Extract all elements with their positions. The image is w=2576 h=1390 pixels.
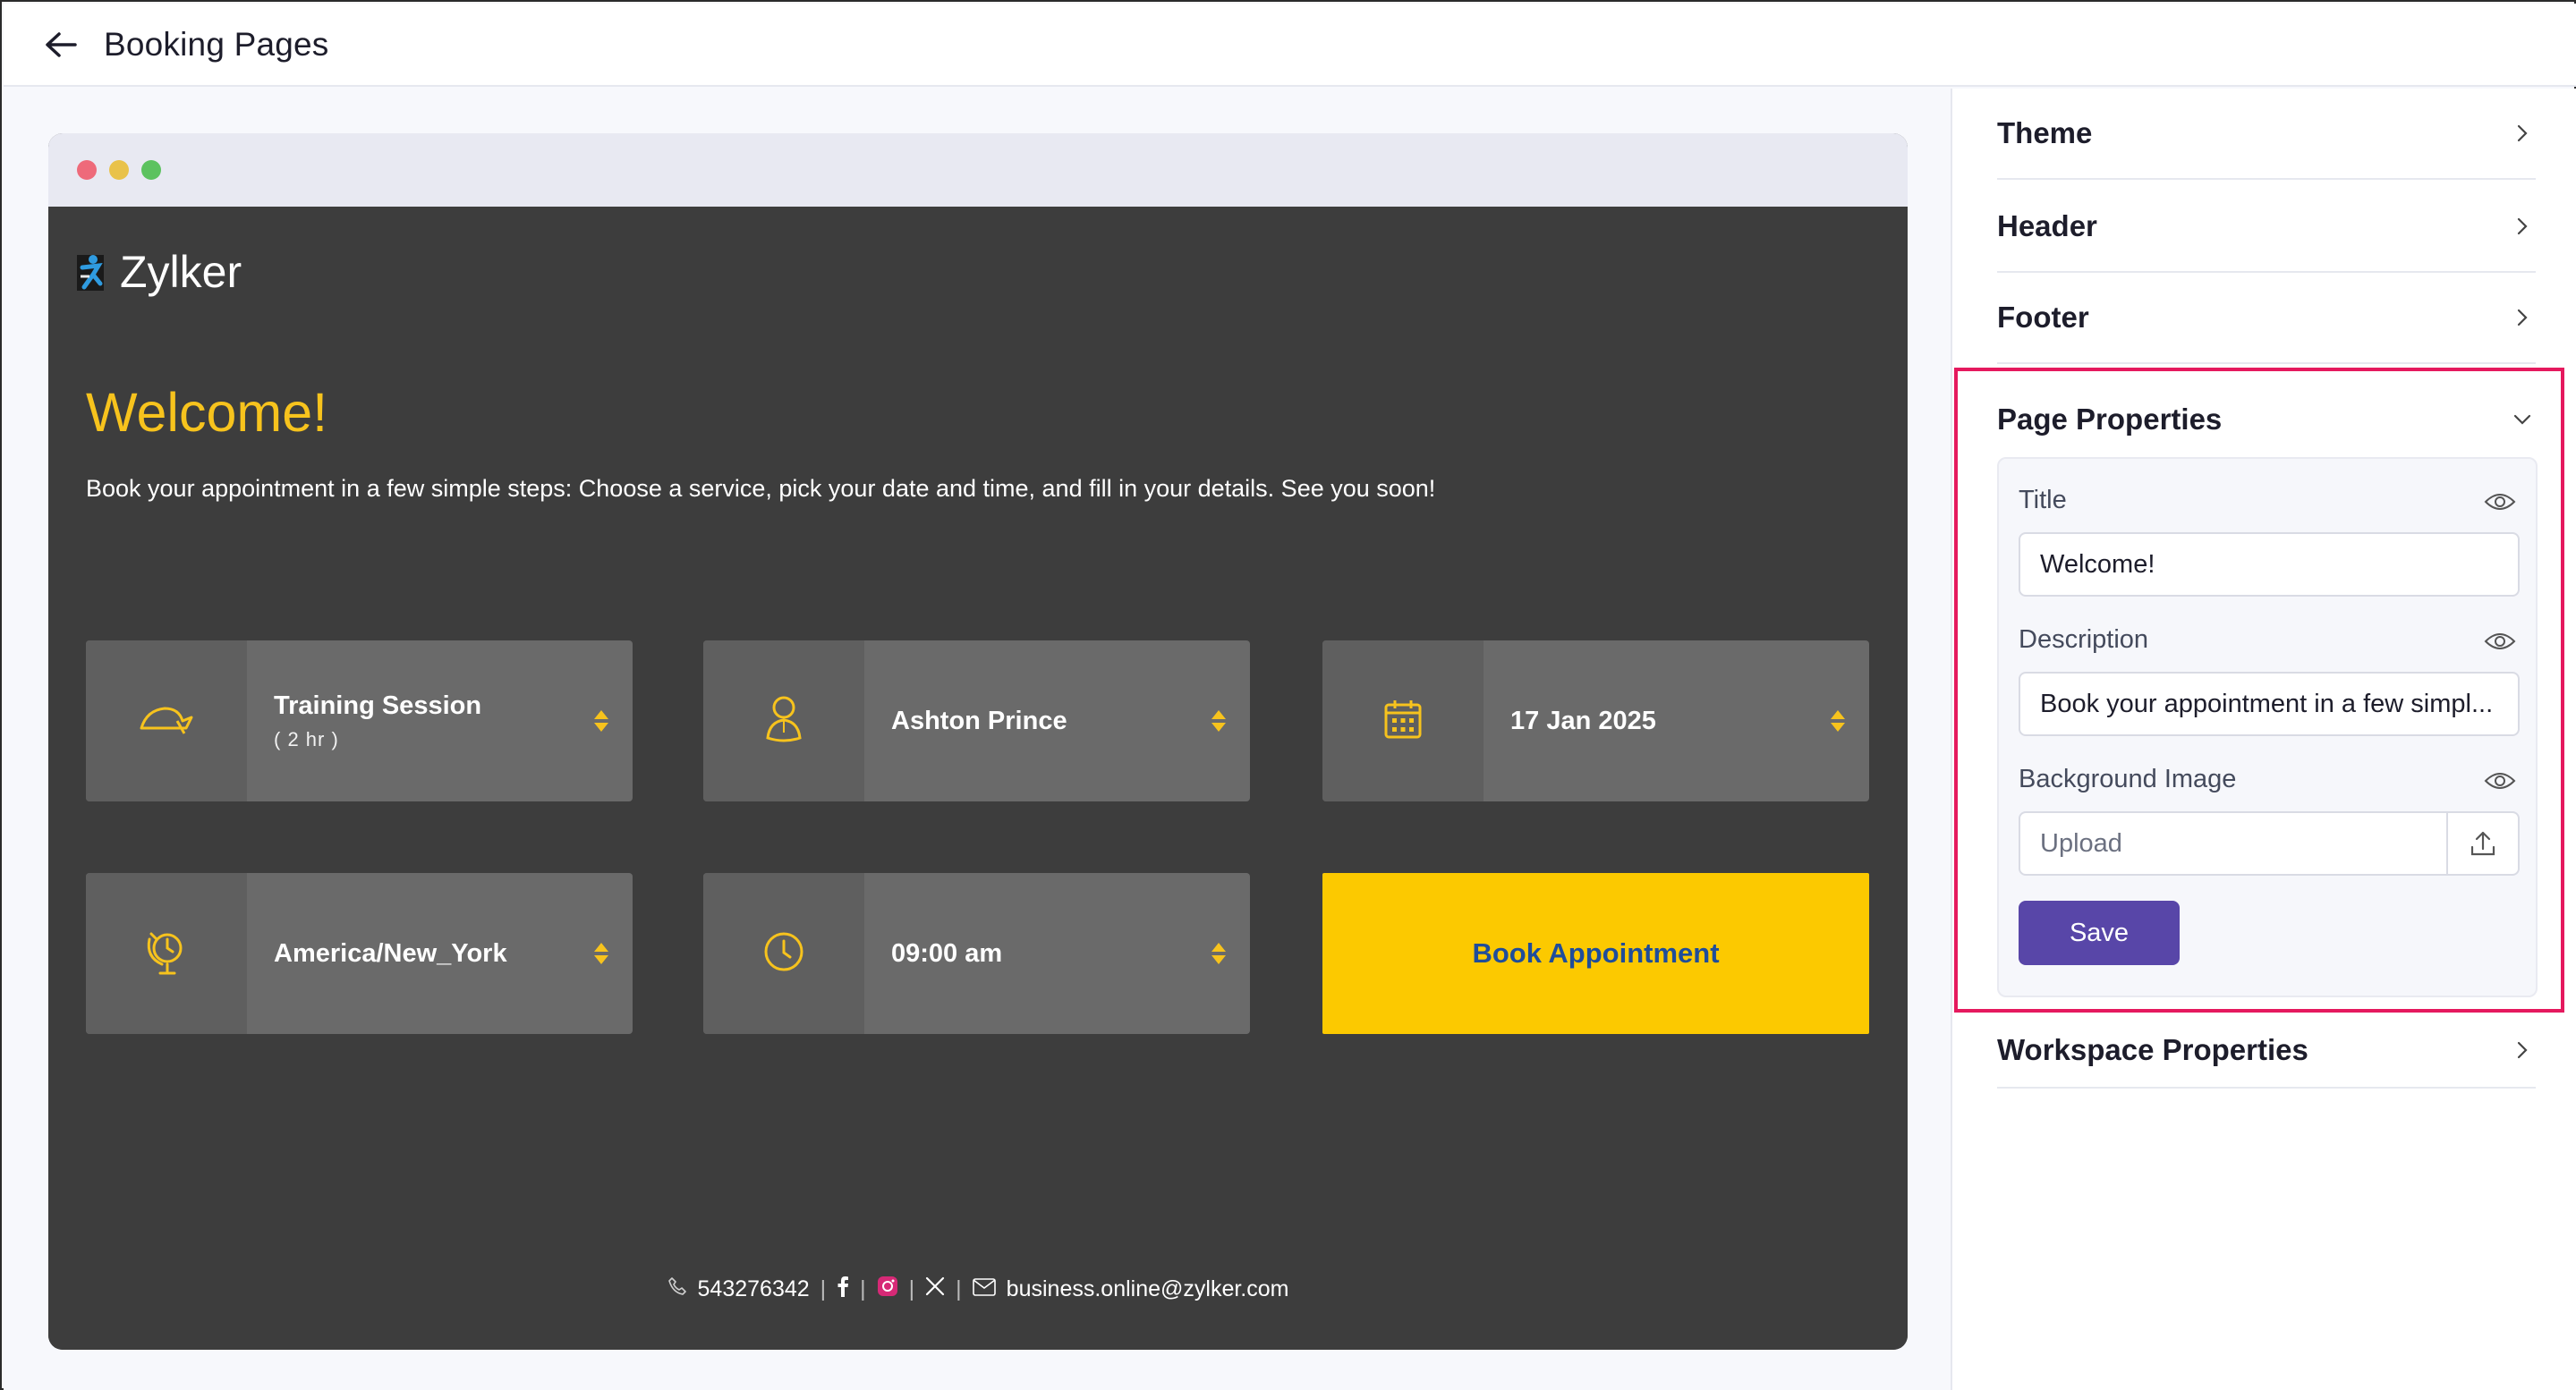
booking-site: Zylker Welcome! Book your appointment in…	[48, 207, 1908, 1350]
section-theme[interactable]: Theme	[1997, 89, 2536, 180]
sort-arrows-icon	[1187, 873, 1250, 1034]
maximize-dot-icon	[141, 160, 161, 180]
section-label: Theme	[1997, 116, 2093, 149]
date-text: 17 Jan 2025	[1484, 640, 1807, 801]
clock-icon	[762, 930, 805, 978]
footer-email[interactable]: business.online@zylker.com	[1007, 1276, 1289, 1302]
staff-text: Ashton Prince	[864, 640, 1187, 801]
brand-name: Zylker	[120, 247, 242, 297]
title-input[interactable]: Welcome!	[2019, 532, 2520, 597]
section-label: Header	[1997, 209, 2097, 242]
title-field-label: Title	[2019, 486, 2067, 514]
chevron-down-icon	[2509, 406, 2536, 433]
section-header[interactable]: Header	[1997, 182, 2536, 273]
footer-separator: |	[956, 1276, 962, 1301]
timezone-select[interactable]: America/New_York	[86, 873, 633, 1034]
preview-area: Zylker Welcome! Book your appointment in…	[4, 89, 1951, 1390]
description-input[interactable]: Book your appointment in a few simpl...	[2019, 672, 2520, 736]
welcome-title: Welcome!	[86, 382, 328, 443]
background-image-label: Background Image	[2019, 765, 2237, 793]
x-icon[interactable]	[925, 1276, 945, 1302]
date-select[interactable]: 17 Jan 2025	[1322, 640, 1869, 801]
section-workspace-properties[interactable]: Workspace Properties	[1997, 1013, 2536, 1089]
calendar-icon	[1383, 699, 1423, 744]
facebook-icon[interactable]	[837, 1276, 849, 1303]
instagram-icon[interactable]	[877, 1276, 898, 1303]
back-arrow-icon[interactable]	[45, 27, 81, 63]
sort-arrows-icon	[1807, 640, 1869, 801]
staff-label: Ashton Prince	[891, 706, 1067, 735]
section-label: Page Properties	[1997, 403, 2223, 436]
browser-preview: Zylker Welcome! Book your appointment in…	[48, 133, 1908, 1350]
service-duration: ( 2 hr )	[274, 727, 339, 750]
page-properties-form: Title Welcome! Description Book your app…	[1997, 457, 2538, 997]
sort-arrows-icon	[570, 873, 633, 1034]
service-icon-cell	[86, 640, 247, 801]
footer-separator: |	[908, 1276, 915, 1301]
zylker-logo-icon	[75, 251, 107, 292]
chevron-right-icon	[2509, 120, 2536, 147]
chevron-right-icon	[2509, 1037, 2536, 1064]
page-title: Booking Pages	[104, 25, 329, 63]
time-label: 09:00 am	[891, 938, 1003, 968]
footer-separator: |	[860, 1276, 866, 1301]
service-select[interactable]: Training Session ( 2 hr )	[86, 640, 633, 801]
section-footer[interactable]: Footer	[1997, 273, 2536, 364]
globe-clock-icon	[144, 927, 189, 981]
browser-bar	[48, 133, 1908, 207]
settings-panel: Theme Header Footer Page Properties Titl…	[1951, 89, 2576, 1390]
upload-icon[interactable]	[2446, 813, 2518, 874]
footer-separator: |	[820, 1276, 827, 1301]
time-select[interactable]: 09:00 am	[703, 873, 1250, 1034]
top-bar: Booking Pages	[4, 4, 2576, 87]
footer-phone[interactable]: 543276342	[698, 1276, 810, 1302]
phone-icon	[667, 1276, 687, 1302]
upload-placeholder: Upload	[2040, 828, 2122, 858]
book-appointment-button[interactable]: Book Appointment	[1322, 873, 1869, 1034]
date-label: 17 Jan 2025	[1510, 706, 1656, 735]
person-icon	[762, 693, 805, 750]
save-button[interactable]: Save	[2019, 901, 2180, 965]
minimize-dot-icon	[109, 160, 129, 180]
section-page-properties[interactable]: Page Properties	[1997, 384, 2536, 455]
time-icon-cell	[703, 873, 864, 1034]
staff-icon-cell	[703, 640, 864, 801]
close-dot-icon	[77, 160, 97, 180]
date-icon-cell	[1322, 640, 1484, 801]
eye-icon[interactable]	[2484, 491, 2516, 513]
timezone-icon-cell	[86, 873, 247, 1034]
staff-select[interactable]: Ashton Prince	[703, 640, 1250, 801]
brand: Zylker	[75, 246, 242, 298]
service-text: Training Session ( 2 hr )	[247, 640, 570, 801]
time-text: 09:00 am	[864, 873, 1187, 1034]
cap-icon	[138, 701, 195, 742]
eye-icon[interactable]	[2484, 770, 2516, 792]
chevron-right-icon	[2509, 304, 2536, 331]
chevron-right-icon	[2509, 213, 2536, 240]
service-label: Training Session	[274, 691, 482, 720]
app-frame: Booking Pages Zylker Welcome! Book your …	[0, 0, 2576, 1390]
site-footer: 543276342 | | | | business.online@zylker…	[48, 1276, 1908, 1303]
eye-icon[interactable]	[2484, 631, 2516, 652]
welcome-description: Book your appointment in a few simple st…	[86, 475, 1436, 502]
timezone-text: America/New_York	[247, 873, 570, 1034]
mail-icon	[972, 1276, 996, 1302]
section-label: Workspace Properties	[1997, 1033, 2308, 1066]
description-field-label: Description	[2019, 625, 2149, 654]
timezone-label: America/New_York	[274, 938, 507, 968]
sort-arrows-icon	[570, 640, 633, 801]
section-label: Footer	[1997, 301, 2089, 334]
sort-arrows-icon	[1187, 640, 1250, 801]
upload-input[interactable]: Upload	[2019, 811, 2520, 876]
